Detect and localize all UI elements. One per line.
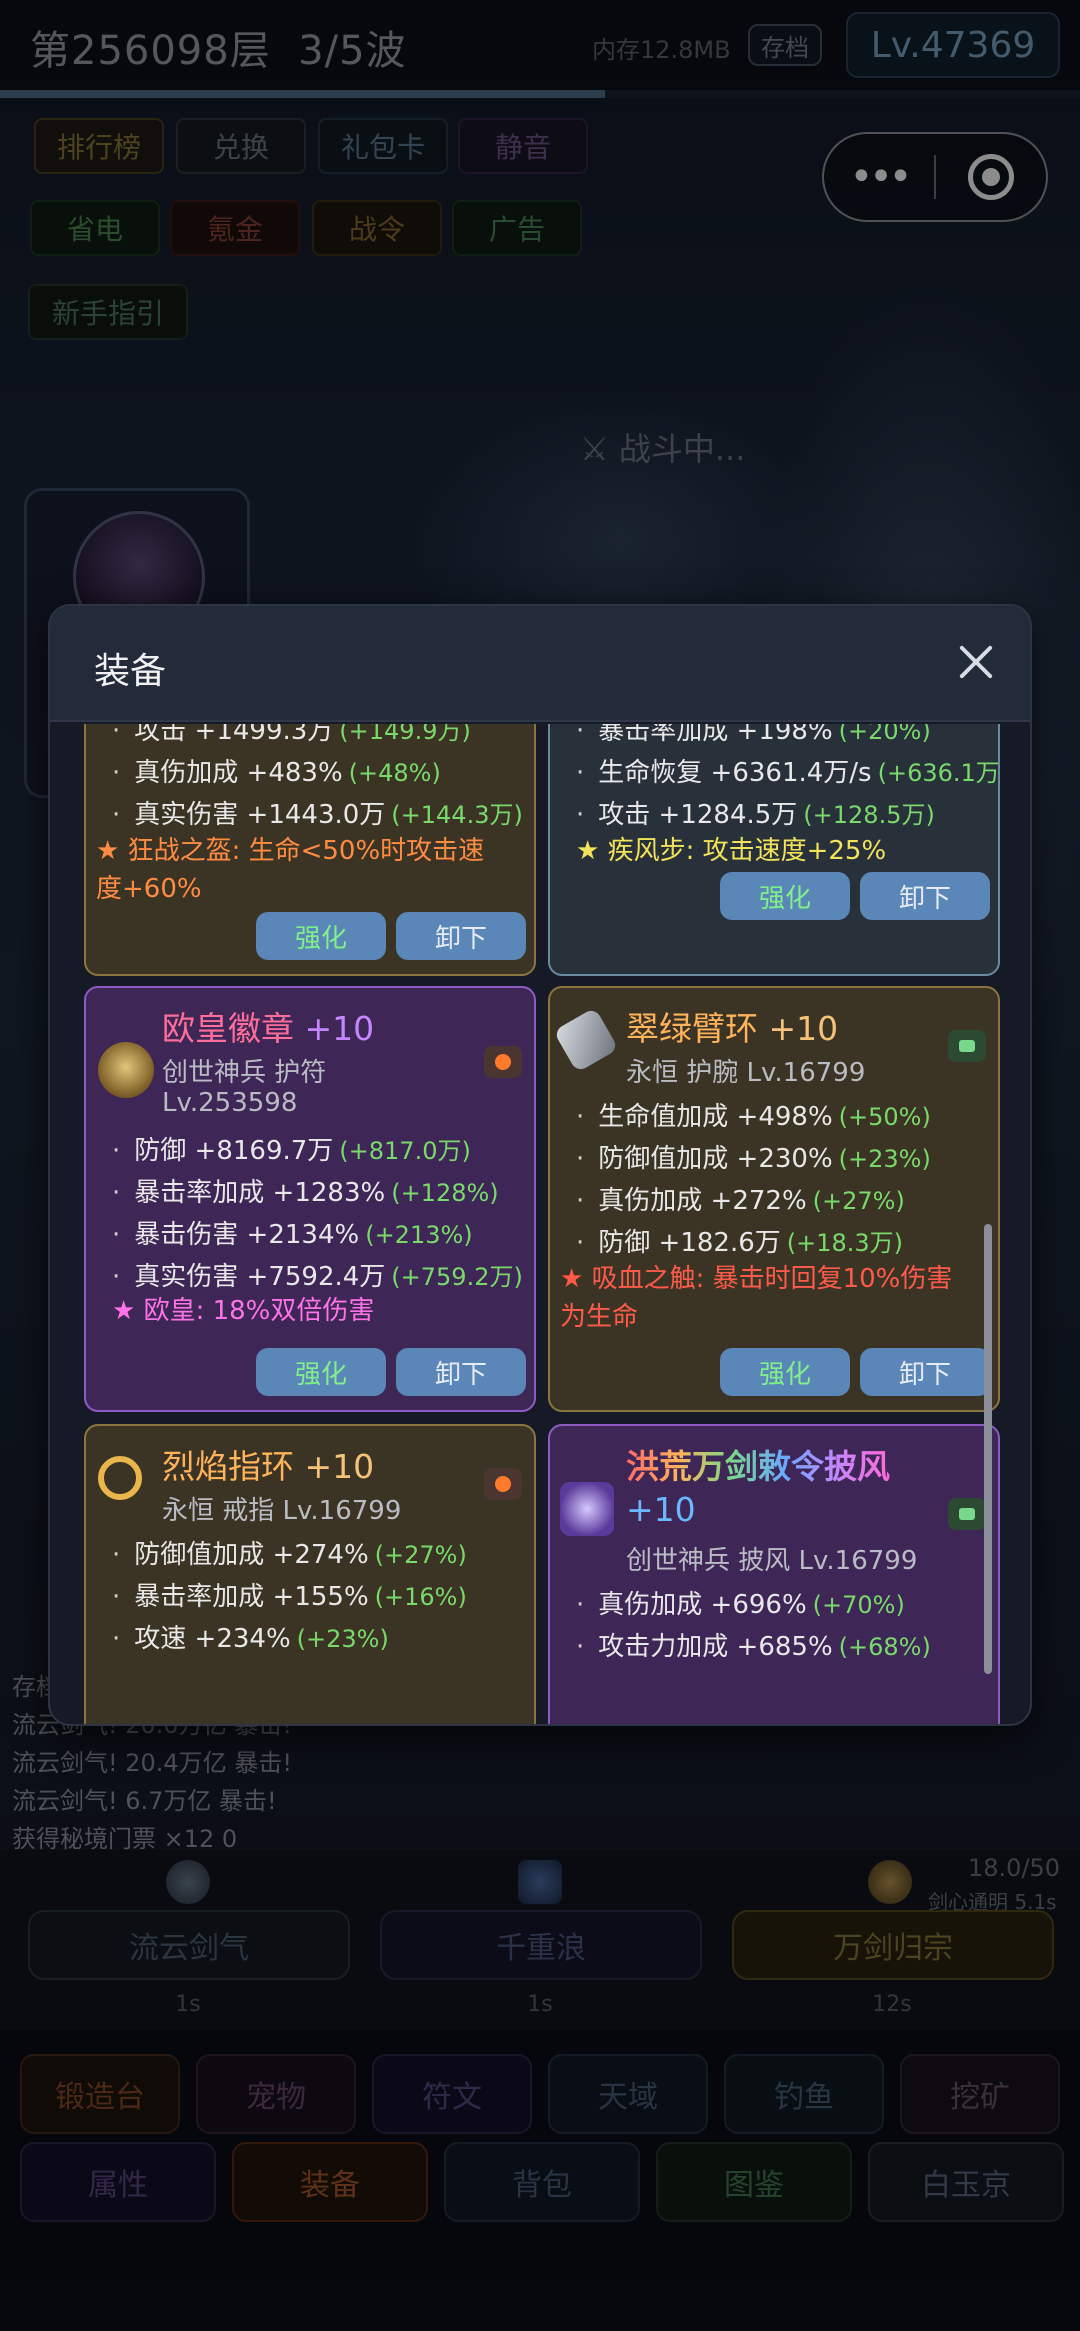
fire-element-icon	[484, 1046, 522, 1078]
stat-line: · 防御值加成 +274% (+27%)	[112, 1540, 467, 1570]
stat-line: · 暴击率加成 +198% (+20%)	[576, 724, 931, 746]
special-effect: ★ 欧皇: 18%双倍伤害	[112, 1296, 375, 1326]
stat-line: · 防御值加成 +230% (+23%)	[576, 1144, 931, 1174]
enhance-button[interactable]: 强化	[720, 1348, 850, 1396]
enhance-button[interactable]: 强化	[256, 1348, 386, 1396]
stat-line: · 生命恢复 +6361.4万/s (+636.1万)	[576, 758, 1000, 788]
wind-element-icon	[948, 1498, 986, 1530]
stat-line: · 防御 +182.6万 (+18.3万)	[576, 1228, 904, 1258]
stat-line: · 暴击伤害 +2134% (+213%)	[112, 1220, 473, 1250]
stat-line: · 真伤加成 +483% (+48%)	[112, 758, 441, 788]
modal-header: 装备	[50, 606, 1030, 722]
stat-line: · 暴击率加成 +155% (+16%)	[112, 1582, 467, 1612]
modal-title: 装备	[94, 651, 167, 692]
equipment-card-cape: 洪荒万剑敕令披风 +10 创世神兵 披风 Lv.16799 · 真伤加成 +696…	[548, 1424, 1000, 1724]
equipment-list[interactable]: · 攻击 +1499.3万 (+149.9万) · 真伤加成 +483% (+48%) …	[50, 724, 1030, 1724]
list-scrollbar[interactable]	[984, 1224, 992, 1674]
equipment-card-boots: · 暴击率加成 +198% (+20%) · 生命恢复 +6361.4万/s (+636…	[548, 724, 1000, 976]
unequip-button[interactable]: 卸下	[396, 1348, 526, 1396]
item-name: 欧皇徽章 +10	[162, 1009, 375, 1048]
item-name: 洪荒万剑敕令披风	[626, 1447, 890, 1486]
wind-element-icon	[948, 1030, 986, 1062]
equipment-card-bracer: 翠绿臂环 +10 永恒 护腕 Lv.16799 · 生命值加成 +498% (+50…	[548, 986, 1000, 1412]
unequip-button[interactable]: 卸下	[396, 912, 526, 960]
enhance-button[interactable]: 强化	[256, 912, 386, 960]
item-type-level: 永恒 护腕 Lv.16799	[626, 1058, 866, 1088]
close-icon[interactable]	[946, 632, 1006, 692]
equipment-card-helmet: · 攻击 +1499.3万 (+149.9万) · 真伤加成 +483% (+48%) …	[84, 724, 536, 976]
enhance-button[interactable]: 强化	[720, 872, 850, 920]
stat-line: · 生命值加成 +498% (+50%)	[576, 1102, 931, 1132]
ring-icon	[98, 1456, 142, 1500]
equipment-card-amulet: 欧皇徽章 +10 创世神兵 护符 Lv.253598 · 防御 +8169.7万(…	[84, 986, 536, 1412]
equipment-modal: 装备 · 攻击 +1499.3万 (+149.9万) · 真伤加成 +483% (+48…	[48, 604, 1032, 1726]
cape-icon	[560, 1482, 614, 1536]
stat-line: · 攻击 +1499.3万 (+149.9万)	[112, 724, 471, 746]
badge-icon	[98, 1042, 154, 1098]
item-level: Lv.253598	[162, 1088, 298, 1118]
item-type: 创世神兵 护符	[162, 1058, 327, 1088]
fire-element-icon	[484, 1468, 522, 1500]
stat-line: · 攻击 +1284.5万 (+128.5万)	[576, 800, 935, 830]
special-effect: ★ 疾风步: 攻击速度+25%	[576, 836, 887, 866]
item-name: 翠绿臂环 +10	[626, 1009, 839, 1048]
item-type-level: 永恒 戒指 Lv.16799	[162, 1496, 402, 1526]
item-name: 烈焰指环 +10	[162, 1447, 375, 1486]
stat-line: · 防御 +8169.7万 (+817.0万)	[112, 1136, 471, 1166]
item-plus-level: +10	[626, 1490, 696, 1529]
item-type-level: 创世神兵 披风 Lv.16799	[626, 1546, 918, 1576]
stat-line: · 真伤加成 +696% (+70%)	[576, 1590, 905, 1620]
stat-line: · 真实伤害 +7592.4万 (+759.2万)	[112, 1262, 523, 1292]
bracer-icon	[553, 1007, 619, 1073]
special-effect: ★ 狂战之盔: 生命<50%时攻击速 度+60%	[96, 836, 485, 904]
stat-line: · 真实伤害 +1443.0万 (+144.3万)	[112, 800, 523, 830]
stat-line: · 真伤加成 +272% (+27%)	[576, 1186, 905, 1216]
unequip-button[interactable]: 卸下	[860, 1348, 990, 1396]
equipment-card-ring: 烈焰指环 +10 永恒 戒指 Lv.16799 · 防御值加成 +274% (+27…	[84, 1424, 536, 1724]
stat-line: · 攻击力加成 +685% (+68%)	[576, 1632, 931, 1662]
unequip-button[interactable]: 卸下	[860, 872, 990, 920]
stat-line: · 暴击率加成 +1283% (+128%)	[112, 1178, 499, 1208]
special-effect: ★ 吸血之触: 暴击时回复10%伤害 为生命	[560, 1264, 953, 1332]
stat-line: · 攻速 +234% (+23%)	[112, 1624, 389, 1654]
